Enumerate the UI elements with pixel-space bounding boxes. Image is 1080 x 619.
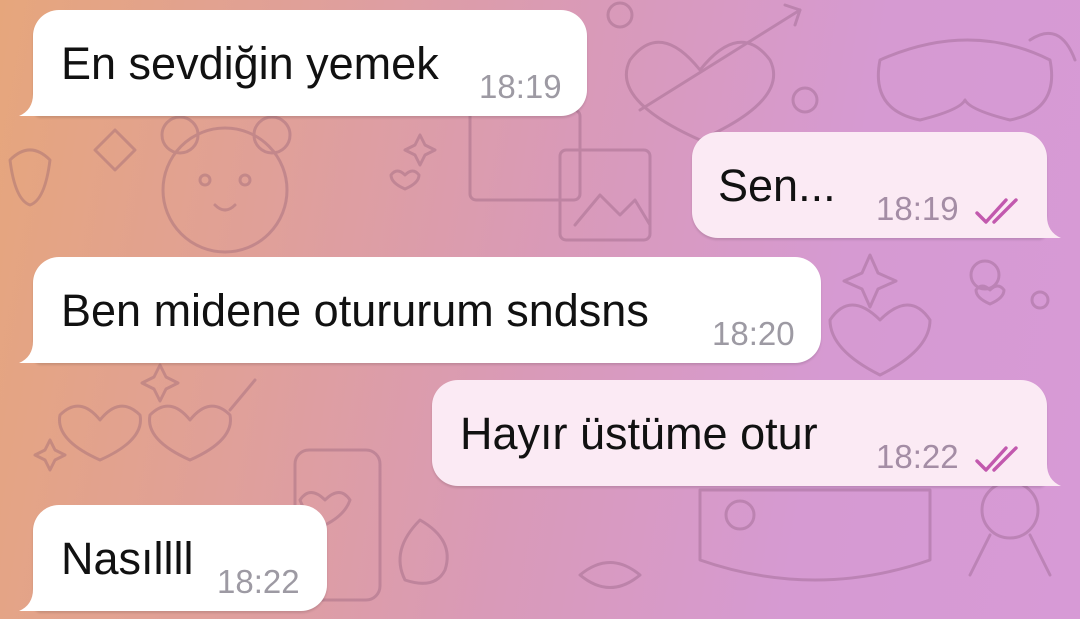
message-text: Hayır üstüme otur [460, 408, 818, 459]
chat-wallpaper: En sevdiğin yemek 18:19 Sen... 18:19 Ben… [0, 0, 1080, 619]
message-bubble-incoming[interactable]: En sevdiğin yemek 18:19 [19, 10, 587, 116]
message-timestamp: 18:22 [217, 563, 300, 600]
message-timestamp: 18:22 [876, 438, 959, 475]
bubble-tail [19, 341, 43, 363]
message-text: Nasıllll [61, 533, 194, 584]
double-check-icon [975, 198, 1018, 224]
bubble-tail [1037, 216, 1061, 238]
message-timestamp: 18:19 [876, 190, 959, 227]
bubble-tail [19, 94, 43, 116]
message-timestamp: 18:20 [712, 315, 795, 352]
double-check-icon [975, 446, 1018, 472]
bubble-tail [19, 589, 43, 611]
message-bubble-outgoing[interactable]: Hayır üstüme otur 18:22 [432, 380, 1061, 486]
message-bubble-outgoing[interactable]: Sen... 18:19 [692, 132, 1061, 238]
bubble-tail [1037, 464, 1061, 486]
message-bubble-incoming[interactable]: Nasıllll 18:22 [19, 505, 327, 611]
message-text: Sen... [718, 160, 836, 211]
message-text: En sevdiğin yemek [61, 38, 439, 89]
message-bubble-incoming[interactable]: Ben midene otururum sndsns 18:20 [19, 257, 821, 363]
message-text: Ben midene otururum sndsns [61, 285, 649, 336]
message-timestamp: 18:19 [479, 68, 562, 105]
